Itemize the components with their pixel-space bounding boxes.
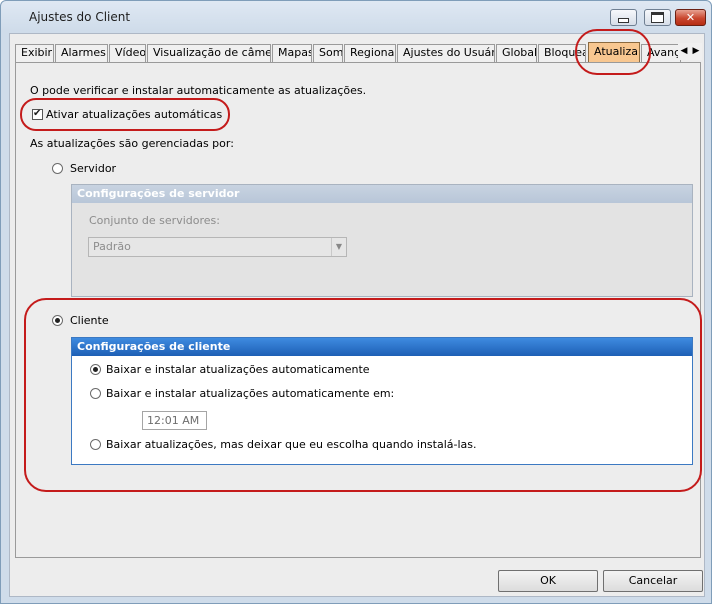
tab-label: Ajustes do Usuário <box>403 46 495 59</box>
update-intro-text: O pode verificar e instalar automaticame… <box>30 84 367 97</box>
tab-scroll-left-button[interactable]: ◀ <box>678 43 690 60</box>
client-settings-group: Configurações de cliente Baixar e instal… <box>71 337 693 465</box>
auto-update-label[interactable]: Ativar atualizações automáticas <box>46 108 222 121</box>
chevron-down-icon: ▼ <box>331 238 346 256</box>
server-radio[interactable] <box>52 163 63 174</box>
client-radio[interactable] <box>52 315 63 326</box>
ok-button[interactable]: OK <box>498 570 598 592</box>
tab-label: Regional <box>350 46 396 59</box>
tab-atualizar[interactable]: Atualizar <box>588 42 640 63</box>
server-group-title: Configurações de servidor <box>72 185 692 203</box>
tab-visualizacao-camera[interactable]: Visualização de câmera <box>147 44 271 62</box>
minimize-button[interactable] <box>610 9 637 26</box>
tab-avancado[interactable]: Avançado <box>641 44 681 62</box>
radio-dot <box>55 318 60 323</box>
update-tab-page: O pode verificar e instalar automaticame… <box>15 62 701 558</box>
tab-label: Visualização de câmera <box>153 46 271 59</box>
server-settings-group: Configurações de servidor Conjunto de se… <box>71 184 693 297</box>
auto-update-checkbox[interactable]: ✔ <box>32 108 43 120</box>
client-option-label[interactable]: Cliente <box>70 314 109 327</box>
server-set-label: Conjunto de servidores: <box>89 214 220 227</box>
close-button[interactable]: ✕ <box>675 9 706 26</box>
update-time-field[interactable]: 12:01 AM <box>142 411 207 430</box>
tab-label: Exibir <box>21 46 53 59</box>
tab-scroll-right-button[interactable]: ▶ <box>690 43 702 60</box>
tab-strip: Exibir Alarmes Vídeo Visualização de câm… <box>15 42 699 63</box>
maximize-button[interactable] <box>644 9 671 26</box>
tab-exibir[interactable]: Exibir <box>15 44 54 62</box>
chevron-right-icon: ▶ <box>692 46 700 56</box>
tab-regional[interactable]: Regional <box>344 44 396 62</box>
tab-label: Som <box>319 46 343 59</box>
tab-label: Vídeo <box>115 46 146 59</box>
client-option-radio-3[interactable] <box>90 439 101 450</box>
tab-global[interactable]: Global <box>496 44 537 62</box>
client-option-radio-2[interactable] <box>90 388 101 399</box>
client-option-label-1[interactable]: Baixar e instalar atualizações automatic… <box>106 363 370 376</box>
radio-dot <box>93 367 98 372</box>
tab-alarmes[interactable]: Alarmes <box>55 44 108 62</box>
cancel-button[interactable]: Cancelar <box>603 570 703 592</box>
tab-video[interactable]: Vídeo <box>109 44 146 62</box>
tab-mapas[interactable]: Mapas <box>272 44 312 62</box>
server-option-label[interactable]: Servidor <box>70 162 116 175</box>
client-option-radio-1[interactable] <box>90 364 101 375</box>
settings-window: Ajustes do Client ✕ Exibir Alarmes Vídeo… <box>0 0 712 604</box>
checkmark-icon: ✔ <box>33 108 42 119</box>
tab-label: Bloquear <box>544 46 585 59</box>
tab-label: Mapas <box>278 46 312 59</box>
tab-som[interactable]: Som <box>313 44 343 62</box>
close-icon: ✕ <box>685 11 696 24</box>
title-bar[interactable]: Ajustes do Client ✕ <box>1 1 711 33</box>
server-set-value: Padrão <box>93 240 131 253</box>
tab-label: Alarmes <box>61 46 106 59</box>
chevron-left-icon: ◀ <box>680 46 688 56</box>
maximize-icon <box>651 12 664 23</box>
client-group-title: Configurações de cliente <box>72 338 692 356</box>
tab-label: Avançado <box>647 46 680 59</box>
tab-label: Global <box>502 46 537 59</box>
managed-by-label: As atualizações são gerenciadas por: <box>30 137 234 150</box>
tab-ajustes-usuario[interactable]: Ajustes do Usuário <box>397 44 495 62</box>
dialog-body: Exibir Alarmes Vídeo Visualização de câm… <box>9 33 705 597</box>
tab-label: Atualizar <box>594 45 640 58</box>
client-option-label-2[interactable]: Baixar e instalar atualizações automatic… <box>106 387 394 400</box>
window-title: Ajustes do Client <box>29 10 131 24</box>
tab-bloquear[interactable]: Bloquear <box>538 44 586 62</box>
client-option-label-3[interactable]: Baixar atualizações, mas deixar que eu e… <box>106 438 477 451</box>
minimize-icon <box>618 17 629 23</box>
server-set-dropdown[interactable]: Padrão ▼ <box>88 237 347 257</box>
